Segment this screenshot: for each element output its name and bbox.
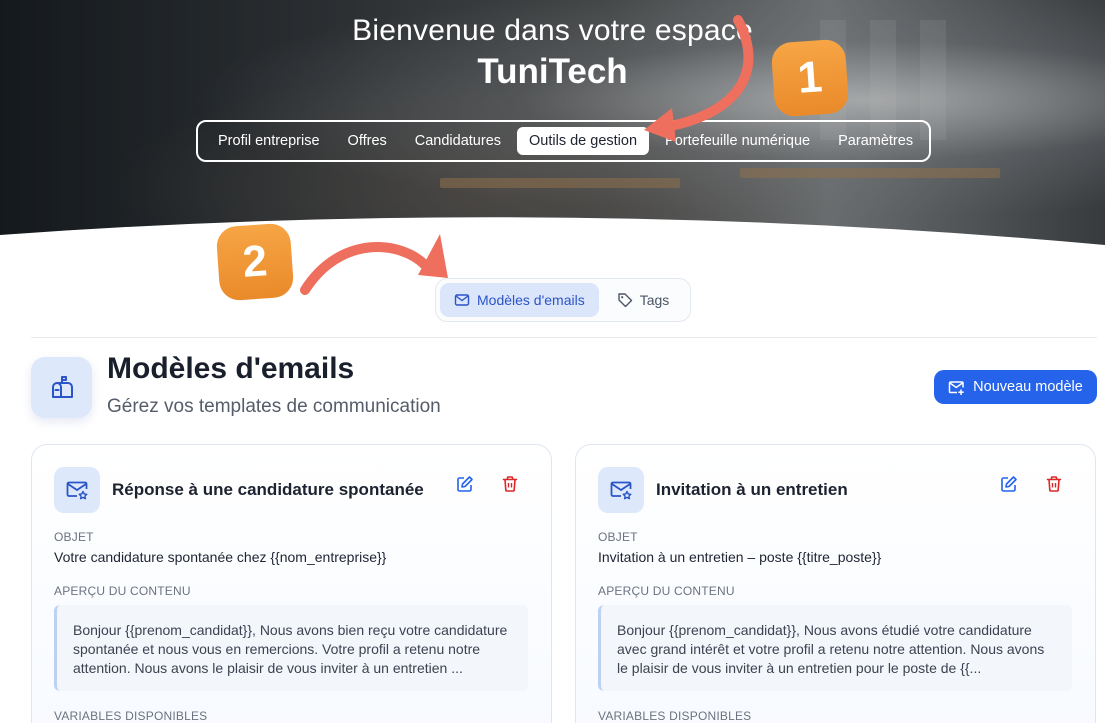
tab-email-templates-label: Modèles d'emails — [477, 292, 585, 308]
edit-icon[interactable] — [1000, 475, 1018, 493]
company-name: TuniTech — [477, 52, 628, 91]
variables-label: VARIABLES DISPONIBLES — [54, 709, 208, 723]
card-icon-box — [598, 467, 644, 513]
nav-offres[interactable]: Offres — [336, 127, 399, 155]
mailbox-icon — [51, 375, 73, 398]
subject-label: OBJET — [598, 530, 638, 544]
preview-label: APERÇU DU CONTENU — [54, 584, 191, 598]
tab-tags-label: Tags — [639, 292, 670, 308]
mail-star-icon — [66, 481, 88, 500]
nav-outils-de-gestion[interactable]: Outils de gestion — [517, 127, 650, 155]
template-card: Réponse à une candidature spontanée OBJE… — [31, 444, 552, 723]
subject-label: OBJET — [54, 530, 94, 544]
step-1-badge: 1 — [770, 38, 850, 118]
trash-icon[interactable] — [1045, 475, 1063, 493]
template-card: Invitation à un entretien OBJET Invitati… — [575, 444, 1096, 723]
card-title: Réponse à une candidature spontanée — [112, 480, 424, 499]
new-template-button[interactable]: Nouveau modèle — [934, 370, 1097, 404]
variables-label: VARIABLES DISPONIBLES — [598, 709, 752, 723]
edit-icon[interactable] — [456, 475, 474, 493]
subject-text: Invitation à un entretien – poste {{titr… — [598, 549, 882, 565]
content-preview: Bonjour {{prenom_candidat}}, Nous avons … — [54, 605, 528, 691]
content-preview: Bonjour {{prenom_candidat}}, Nous avons … — [598, 605, 1072, 691]
section-title: Modèles d'emails — [107, 352, 355, 385]
main-nav: Profil entreprise Offres Candidatures Ou… — [196, 120, 931, 162]
hero-curve — [0, 217, 1105, 255]
mail-icon — [454, 294, 470, 306]
subject-text: Votre candidature spontanée chez {{nom_e… — [54, 549, 387, 565]
new-template-button-label: Nouveau modèle — [973, 379, 1083, 395]
nav-profil-entreprise[interactable]: Profil entreprise — [206, 127, 332, 155]
mail-plus-icon — [948, 380, 964, 395]
nav-portefeuille-numerique[interactable]: Portefeuille numérique — [653, 127, 822, 155]
tools-sub-tabs: Modèles d'emails Tags — [435, 278, 691, 322]
section-subtitle: Gérez vos templates de communication — [107, 396, 441, 417]
nav-candidatures[interactable]: Candidatures — [403, 127, 513, 155]
step-2-badge: 2 — [215, 222, 295, 302]
hero-title: Bienvenue dans votre espace — [352, 14, 753, 47]
section-icon-box — [31, 357, 92, 418]
trash-icon[interactable] — [501, 475, 519, 493]
card-icon-box — [54, 467, 100, 513]
mail-star-icon — [610, 481, 632, 500]
tab-tags[interactable]: Tags — [603, 283, 684, 317]
preview-label: APERÇU DU CONTENU — [598, 584, 735, 598]
tag-icon — [618, 293, 632, 308]
nav-parametres[interactable]: Paramètres — [826, 127, 925, 155]
section-divider — [31, 337, 1097, 338]
tab-email-templates[interactable]: Modèles d'emails — [440, 283, 599, 317]
card-title: Invitation à un entretien — [656, 480, 848, 499]
